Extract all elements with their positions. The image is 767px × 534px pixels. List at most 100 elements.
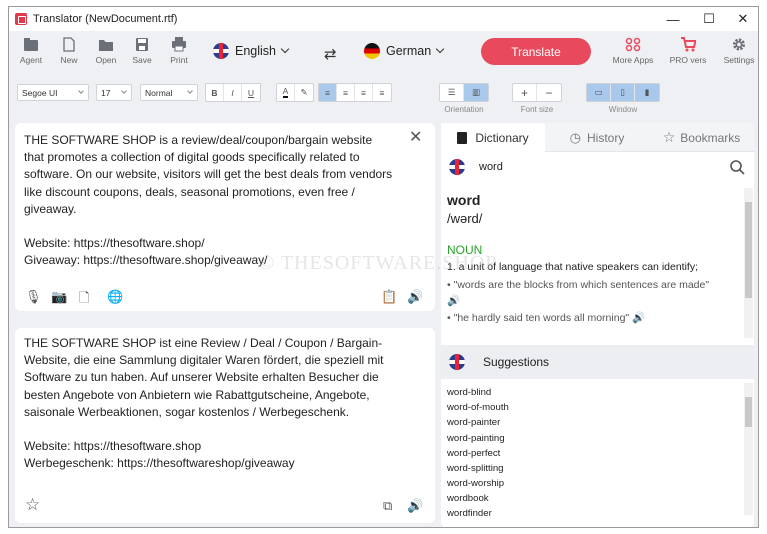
search-icon[interactable] [729,159,745,175]
alignment-group: ≡ ≡ ≡ ≡ [318,83,392,102]
increase-font-button[interactable]: + [513,84,537,101]
speaker-icon[interactable]: 🔊 [632,312,645,324]
orientation-horizontal-icon[interactable]: ▥ [464,84,488,101]
main-toolbar: Agent New Open Save Print English ⇄ Germ… [9,31,758,77]
dictionary-tabs: Dictionary ◷ History ☆ Bookmarks [441,123,754,152]
translate-button[interactable]: Translate [481,38,591,65]
source-language-select[interactable]: English [213,43,290,59]
tab-bookmarks[interactable]: ☆ Bookmarks [649,123,754,152]
camera-icon[interactable]: 📷 [51,289,67,305]
clear-text-icon[interactable]: ✕ [409,127,422,147]
dictionary-search-input[interactable]: word [479,161,503,173]
watermark: © THESOFTWARE.SHOP [259,252,498,274]
app-icon [15,13,27,25]
tab-history[interactable]: ◷ History [545,123,649,152]
orientation-label: Orientation [444,105,484,114]
list-item[interactable]: word-painting [447,433,505,444]
folder-icon [99,40,113,51]
paragraph-style-select[interactable]: Normal [140,84,198,101]
list-item[interactable]: wordbook [447,493,489,504]
underline-button[interactable]: U [242,84,260,101]
font-size-select[interactable]: 17 [96,84,132,101]
example-2-text: • "he hardly said ten words all morning" [447,312,630,324]
new-label: New [60,55,78,65]
uk-flag-icon [449,159,465,175]
minimize-button[interactable]: — [655,7,691,31]
maximize-button[interactable]: ☐ [691,7,727,31]
color-group: A ✎ [276,83,314,102]
copy-icon[interactable]: ⧉ [383,498,392,514]
scrollbar-thumb[interactable] [745,202,752,298]
text-color-button[interactable]: A [277,84,295,101]
highlight-icon[interactable]: ✎ [295,84,313,101]
tab-bookmarks-label: Bookmarks [680,130,741,145]
example-sentence: • "he hardly said ten words all morning"… [447,311,645,324]
definition-scrollbar[interactable] [744,188,753,338]
list-item[interactable]: wordfinder [447,508,492,519]
uk-flag-icon [449,354,465,370]
decrease-font-button[interactable]: − [537,84,561,101]
align-justify-icon[interactable]: ≡ [373,84,391,101]
align-center-icon[interactable]: ≡ [337,84,355,101]
source-text-panel: THE SOFTWARE SHOP is a review/deal/coupo… [15,123,435,311]
align-left-icon[interactable]: ≡ [319,84,337,101]
font-family-select[interactable]: Segoe UI [17,84,89,101]
window-layout-1-icon[interactable]: ▭ [587,84,611,101]
more-apps-button[interactable]: More Apps [609,37,657,65]
printer-icon [172,37,186,52]
translation-text-area[interactable]: THE SOFTWARE SHOP ist eine Review / Deal… [24,335,394,473]
new-button[interactable]: New [51,37,87,65]
speaker-icon[interactable]: 🔊 [447,295,460,307]
orientation-vertical-icon[interactable]: ☰ [440,84,464,101]
list-item[interactable]: word-perfect [447,448,500,459]
tab-history-label: History [587,130,625,145]
new-document-icon [63,37,75,52]
open-button[interactable]: Open [88,37,124,65]
tab-dictionary[interactable]: Dictionary [441,123,545,152]
align-right-icon[interactable]: ≡ [355,84,373,101]
paste-icon[interactable]: 📋 [381,289,397,305]
swap-languages-icon[interactable]: ⇄ [324,45,337,63]
pro-version-button[interactable]: PRO vers [666,37,710,65]
save-icon [136,38,148,51]
title-bar: Translator (NewDocument.rtf) — ☐ ✕ [9,7,758,31]
germany-flag-icon [364,43,380,59]
print-button[interactable]: Print [161,37,197,65]
suggestions-scrollbar[interactable] [744,383,753,515]
bookmark-star-icon[interactable]: ☆ [25,495,40,515]
settings-button[interactable]: Settings [719,37,758,65]
window-group: ▭ ▯ ▮ [586,83,660,102]
save-button[interactable]: Save [124,37,160,65]
source-language-label: English [235,44,276,58]
close-window-button[interactable]: ✕ [725,7,758,31]
more-apps-label: More Apps [612,55,654,65]
list-item[interactable]: word-of-mouth [447,402,509,413]
cart-icon [681,37,696,52]
speaker-icon[interactable]: 🔊 [407,289,423,305]
dictionary-panel: Dictionary ◷ History ☆ Bookmarks word wo… [441,123,754,527]
list-item[interactable]: word-blind [447,387,491,398]
scrollbar-thumb[interactable] [745,397,752,427]
window-layout-3-icon[interactable]: ▮ [635,84,659,101]
speaker-icon[interactable]: 🔊 [407,498,423,514]
open-label: Open [95,55,117,65]
globe-icon[interactable]: 🌐 [107,289,123,305]
apps-grid-icon [625,37,641,52]
list-item[interactable]: word-worship [447,478,504,489]
list-item[interactable]: word-splitting [447,463,504,474]
dictionary-book-icon [457,131,468,144]
document-icon[interactable]: 🗋 [79,289,89,311]
pro-label: PRO vers [669,55,707,65]
microphone-icon[interactable]: 🎙 [25,289,42,305]
list-item[interactable]: word-painter [447,417,500,428]
target-language-select[interactable]: German [364,43,445,59]
dictionary-search-bar: word [441,152,754,182]
window-title: Translator (NewDocument.rtf) [33,13,178,25]
window-layout-2-icon[interactable]: ▯ [611,84,635,101]
gear-icon [733,38,745,51]
italic-button[interactable]: I [224,84,242,101]
history-clock-icon: ◷ [569,129,581,145]
agent-button[interactable]: Agent [13,37,49,65]
source-text-area[interactable]: THE SOFTWARE SHOP is a review/deal/coupo… [24,132,394,270]
bold-button[interactable]: B [206,84,224,101]
